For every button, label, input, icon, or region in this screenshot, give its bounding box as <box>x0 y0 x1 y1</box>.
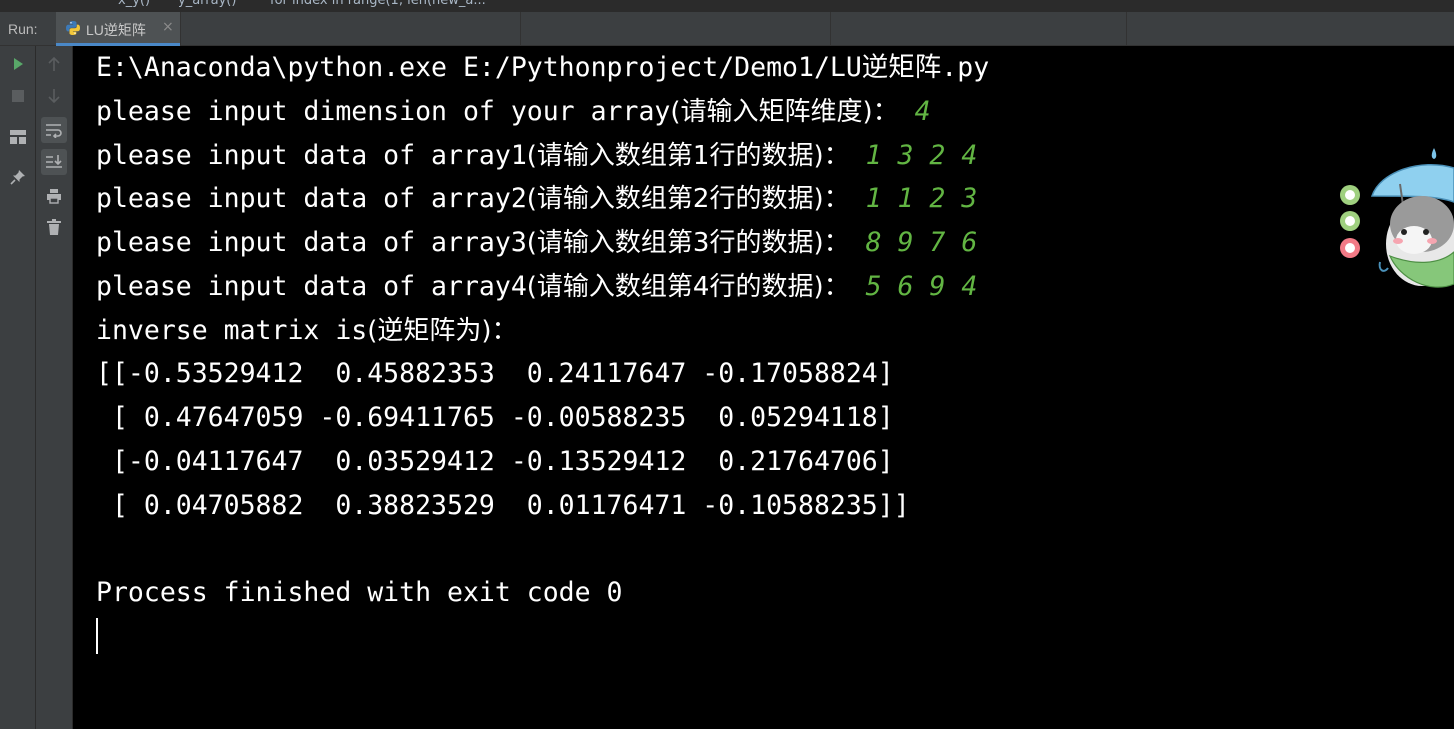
up-arrow-icon[interactable] <box>41 51 67 77</box>
command-text: E:\Anaconda\python.exe E:/Pythonproject/… <box>96 52 990 83</box>
close-icon[interactable]: × <box>162 19 174 35</box>
layout-icon[interactable] <box>5 124 31 150</box>
output-text: inverse matrix is <box>96 315 368 346</box>
command-line: E:\Anaconda\python.exe E:/Pythonproject/… <box>96 46 989 90</box>
console-actions-toolbar <box>36 46 73 729</box>
output-text-cn: (逆矩阵为)： <box>367 316 518 346</box>
editor-code-strip: x_y() y_array() for index in range(1, le… <box>0 0 1454 12</box>
down-arrow-icon[interactable] <box>41 83 67 109</box>
code-fragment-1: x_y() <box>118 0 151 8</box>
prompt-text: please input data of array2 <box>96 183 527 214</box>
run-tool-window-header: Run: LU逆矩阵 × <box>0 12 1454 46</box>
tab-separator <box>1126 12 1127 46</box>
prompt-text-cn: (请输入数组第2行的数据)： <box>526 184 850 214</box>
matrix-row: [[-0.53529412 0.45882353 0.24117647 -0.1… <box>96 358 894 389</box>
user-input: 1 3 2 4 <box>865 140 978 171</box>
prompt-text-cn: (请输入数组第4行的数据)： <box>526 272 850 302</box>
array-prompt-line: please input data of array1(请输入数组第1行的数据)… <box>96 134 977 178</box>
user-input: 8 9 7 6 <box>865 227 978 258</box>
stop-icon[interactable] <box>5 83 31 109</box>
exit-message: Process finished with exit code 0 <box>96 577 623 608</box>
python-file-icon <box>65 20 81 36</box>
matrix-row: [ 0.04705882 0.38823529 0.01176471 -0.10… <box>96 490 910 521</box>
text-cursor <box>96 618 98 654</box>
trash-icon[interactable] <box>41 214 67 240</box>
scroll-to-end-icon[interactable] <box>41 149 67 175</box>
code-fragment-3: for index in range(1, len(new_a... <box>270 0 486 8</box>
tab-title: LU逆矩阵 <box>86 22 146 38</box>
inverse-header-line: inverse matrix is(逆矩阵为)： <box>96 309 518 353</box>
console-output[interactable]: E:\Anaconda\python.exe E:/Pythonproject/… <box>73 46 1454 729</box>
prompt-text-cn: (请输入矩阵维度)： <box>670 97 899 127</box>
soft-wrap-icon[interactable] <box>41 117 67 143</box>
tab-lu-inverse-matrix[interactable]: LU逆矩阵 × <box>56 12 180 46</box>
array-prompt-line: please input data of array4(请输入数组第4行的数据)… <box>96 265 977 309</box>
array-prompt-line: please input data of array3(请输入数组第3行的数据)… <box>96 221 977 265</box>
prompt-text: please input dimension of your array <box>96 96 671 127</box>
user-input: 1 1 2 3 <box>865 183 978 214</box>
tab-separator <box>520 12 521 46</box>
prompt-text: please input data of array4 <box>96 271 527 302</box>
matrix-row: [-0.04117647 0.03529412 -0.13529412 0.21… <box>96 446 894 477</box>
prompt-text: please input data of array3 <box>96 227 527 258</box>
prompt-text: please input data of array1 <box>96 140 527 171</box>
code-fragment-2: y_array() <box>178 0 237 8</box>
matrix-row: [ 0.47647059 -0.69411765 -0.00588235 0.0… <box>96 402 894 433</box>
tab-separator <box>830 12 831 46</box>
pin-icon[interactable] <box>5 164 31 190</box>
run-icon[interactable] <box>5 51 31 77</box>
tab-separator <box>180 12 181 46</box>
print-icon[interactable] <box>41 183 67 209</box>
array-prompt-line: please input data of array2(请输入数组第2行的数据)… <box>96 177 977 221</box>
user-input: 4 <box>914 96 931 127</box>
prompt-text-cn: (请输入数组第1行的数据)： <box>526 141 850 171</box>
mascot-widget[interactable] <box>1330 144 1454 304</box>
dimension-prompt-line: please input dimension of your array(请输入… <box>96 90 931 134</box>
run-actions-toolbar <box>0 46 36 729</box>
user-input: 5 6 9 4 <box>865 271 978 302</box>
prompt-text-cn: (请输入数组第3行的数据)： <box>526 228 850 258</box>
run-label: Run: <box>8 21 38 37</box>
